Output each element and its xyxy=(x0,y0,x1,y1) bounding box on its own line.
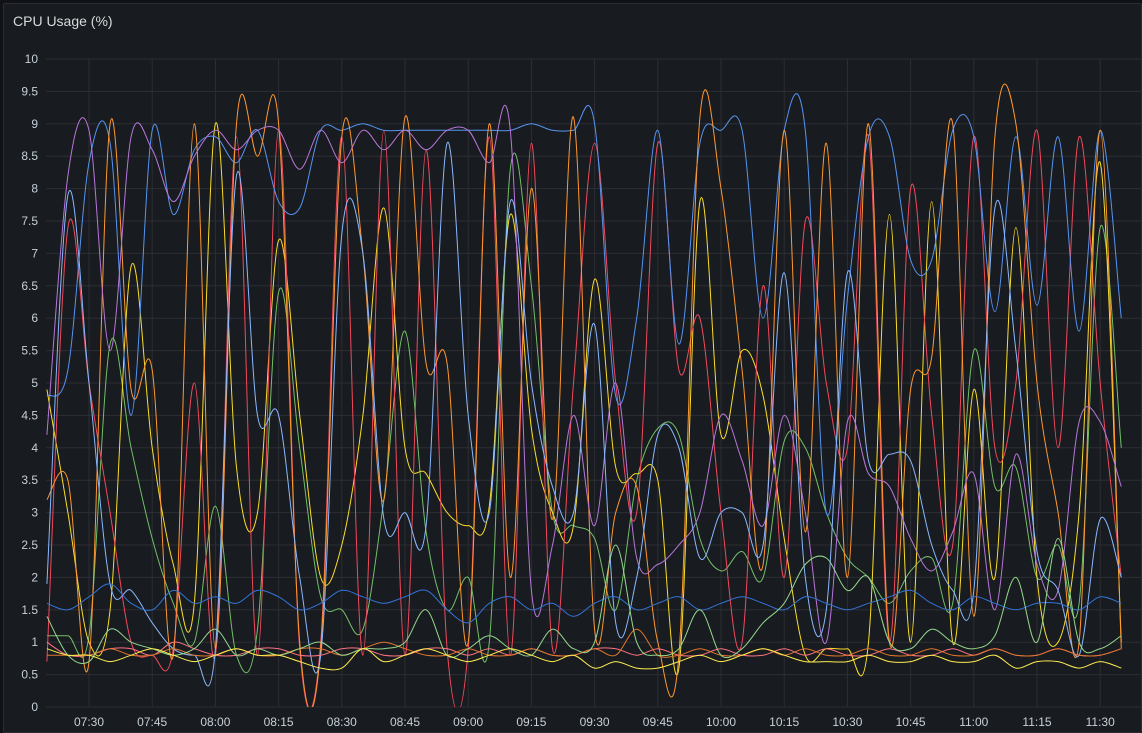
y-tick-label: 0.5 xyxy=(21,668,38,682)
series-line-3 xyxy=(46,129,1122,707)
y-tick-label: 5.5 xyxy=(21,344,38,358)
x-tick-label: 08:15 xyxy=(264,715,294,729)
y-tick-label: 10 xyxy=(25,52,39,66)
x-tick-label: 08:30 xyxy=(327,715,357,729)
x-tick-label: 09:30 xyxy=(580,715,610,729)
x-tick-label: 10:00 xyxy=(706,715,736,729)
cpu-usage-panel: CPU Usage (%) 0 0.5 1 1.5 2 2.5 3 3.5 4 4.5 5 5.5 6 6… xyxy=(3,3,1142,733)
x-tick-label: 10:30 xyxy=(832,715,862,729)
x-tick-label: 11:30 xyxy=(1086,715,1115,729)
y-tick-label: 5 xyxy=(31,376,38,390)
x-tick-label: 09:00 xyxy=(453,715,483,729)
y-tick-label: 6.5 xyxy=(21,279,38,293)
y-tick-label: 8.5 xyxy=(21,149,38,163)
y-tick-label: 7 xyxy=(31,246,38,260)
y-tick-label: 3.5 xyxy=(21,473,38,487)
y-tick-label: 8 xyxy=(31,182,38,196)
series-line-4 xyxy=(46,93,1122,516)
x-tick-label: 11:00 xyxy=(959,715,988,729)
x-tick-label: 08:00 xyxy=(200,715,230,729)
y-tick-label: 9.5 xyxy=(21,84,38,98)
y-tick-label: 3 xyxy=(31,506,38,520)
y-tick-label: 4 xyxy=(31,441,38,455)
x-tick-label: 11:15 xyxy=(1022,715,1051,729)
x-tick-label: 10:15 xyxy=(769,715,799,729)
x-tick-label: 07:30 xyxy=(74,715,104,729)
y-tick-label: 2 xyxy=(31,570,38,584)
y-tick-label: 1 xyxy=(31,635,38,649)
x-tick-label: 10:45 xyxy=(896,715,926,729)
y-tick-label: 6 xyxy=(31,311,38,325)
y-tick-label: 4.5 xyxy=(21,408,38,422)
series-line-6 xyxy=(46,105,1122,645)
y-tick-label: 1.5 xyxy=(21,603,38,617)
y-tick-label: 0 xyxy=(31,700,38,714)
x-tick-label: 09:45 xyxy=(643,715,673,729)
x-tick-label: 09:15 xyxy=(516,715,546,729)
cpu-usage-chart: 0 0.5 1 1.5 2 2.5 3 3.5 4 4.5 5 5.5 6 6.5 7 7.5 8 8.5 9 9.5… xyxy=(21,52,1141,729)
x-tick-label: 07:45 xyxy=(137,715,167,729)
y-tick-label: 7.5 xyxy=(21,214,38,228)
series-line-9 xyxy=(46,641,1122,657)
x-tick-label: 08:45 xyxy=(390,715,420,729)
y-tick-label: 9 xyxy=(31,117,38,131)
y-tick-label: 2.5 xyxy=(21,538,38,552)
